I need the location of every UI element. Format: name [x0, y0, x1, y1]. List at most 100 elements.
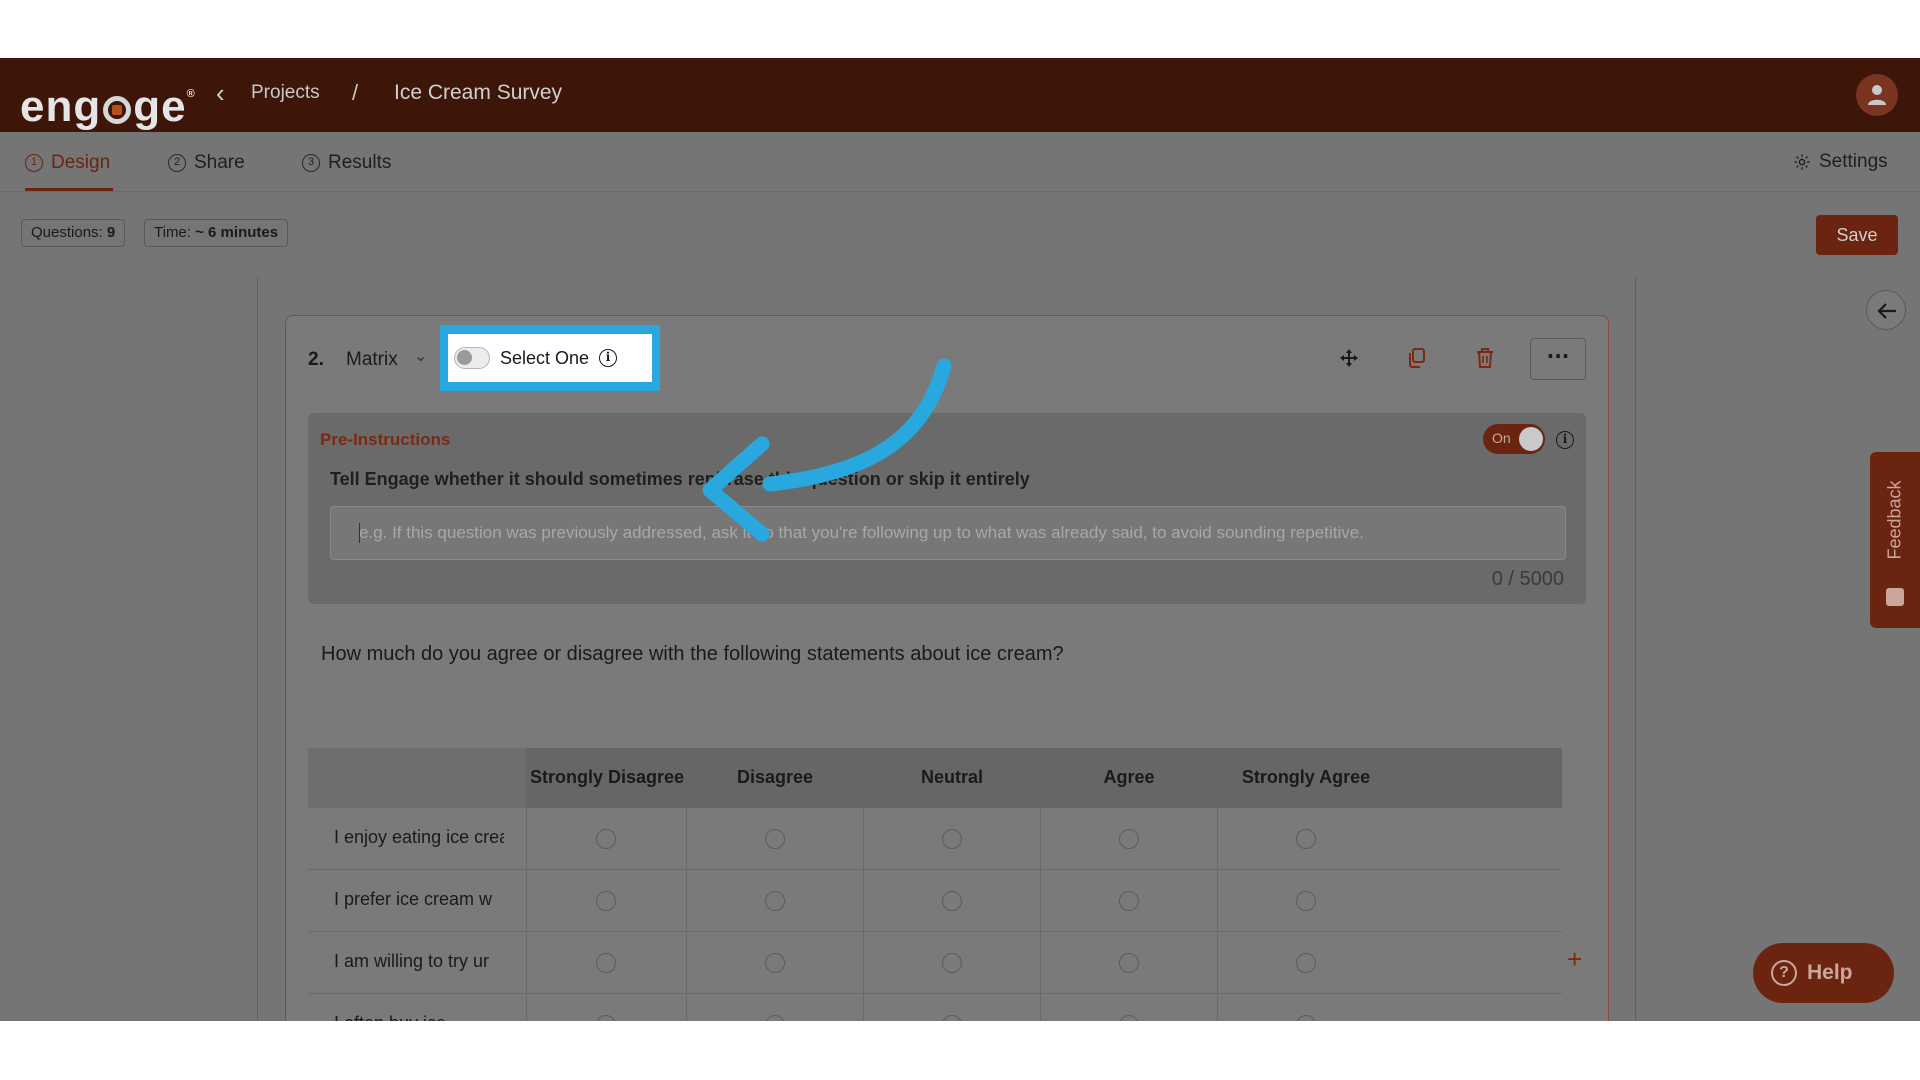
matrix-radio[interactable] [1119, 829, 1139, 849]
matrix-radio[interactable] [765, 1015, 785, 1021]
settings-label: Settings [1819, 151, 1888, 172]
matrix-radio[interactable] [765, 829, 785, 849]
matrix-radio[interactable] [765, 953, 785, 973]
chevron-down-icon[interactable]: ⌄ [414, 346, 427, 365]
matrix-radio[interactable] [596, 953, 616, 973]
matrix-divider [1217, 994, 1218, 1021]
feedback-label: Feedback [1884, 480, 1905, 560]
gear-icon [1794, 154, 1810, 170]
matrix-radio[interactable] [596, 829, 616, 849]
add-column-button[interactable]: + [1567, 944, 1582, 975]
engage-logo[interactable]: eng ge® [20, 72, 196, 129]
annotation-arrow-icon [702, 358, 952, 542]
pre-instructions-info-icon[interactable]: i [1556, 431, 1574, 449]
tab-design[interactable]: 1 Design [25, 152, 110, 174]
matrix-divider [1040, 932, 1041, 994]
back-chevron-icon[interactable]: ‹ [216, 78, 230, 108]
smile-icon [1886, 588, 1904, 606]
pre-instructions-toggle-label: On [1492, 430, 1511, 446]
top-header: eng ge® ‹ Projects / Ice Cream Survey [0, 58, 1920, 132]
matrix-row: I prefer ice cream w [308, 870, 1562, 932]
settings-button[interactable]: Settings [1793, 151, 1888, 173]
copy-icon [1409, 348, 1425, 368]
matrix-divider [1040, 870, 1041, 932]
matrix-divider [1217, 870, 1218, 932]
matrix-radio[interactable] [1296, 953, 1316, 973]
matrix-row: I often buy ice [308, 994, 1562, 1021]
matrix-radio[interactable] [1296, 829, 1316, 849]
time-value: ~ 6 minutes [195, 224, 279, 241]
matrix-divider [1217, 932, 1218, 994]
matrix-divider [1217, 808, 1218, 870]
tab-design-number: 1 [25, 154, 43, 172]
matrix-divider [526, 808, 527, 870]
matrix-row-label[interactable]: I often buy ice [334, 1013, 504, 1021]
matrix-corner-cell [308, 748, 526, 808]
matrix-radio[interactable] [1296, 891, 1316, 911]
pre-instructions-toggle[interactable]: On [1483, 424, 1545, 454]
matrix-column-agree[interactable]: Agree [1041, 767, 1217, 788]
matrix-divider [686, 932, 687, 994]
save-button[interactable]: Save [1816, 215, 1898, 255]
matrix-divider [863, 932, 864, 994]
matrix-column-disagree[interactable]: Disagree [687, 767, 863, 788]
tab-design-label: Design [51, 152, 111, 173]
breadcrumb-projects-link[interactable]: Projects [251, 82, 320, 104]
help-button[interactable]: ? Help [1753, 943, 1894, 1003]
matrix-radio[interactable] [1119, 953, 1139, 973]
survey-meta-row: Questions: 9 Time: ~ 6 minutes Save [0, 192, 1920, 278]
move-button[interactable] [1333, 342, 1365, 374]
canvas-right-guide [1635, 278, 1636, 1021]
help-label: Help [1807, 961, 1853, 984]
question-number: 2. [308, 349, 324, 370]
select-one-label: Select One [500, 347, 590, 368]
matrix-divider [526, 994, 527, 1021]
matrix-column-strongly-disagree[interactable]: Strongly Disagree [530, 767, 686, 788]
tab-results[interactable]: 3 Results [302, 152, 391, 174]
matrix-radio[interactable] [942, 1015, 962, 1021]
tab-results-number: 3 [302, 154, 320, 172]
matrix-divider [863, 994, 864, 1021]
select-one-toggle[interactable] [454, 347, 490, 369]
matrix-radio[interactable] [596, 891, 616, 911]
active-tab-indicator [25, 188, 113, 191]
matrix-row: I enjoy eating ice cream [308, 808, 1562, 870]
select-one-control: Select One i [448, 334, 652, 382]
delete-button[interactable] [1469, 342, 1501, 374]
matrix-radio[interactable] [942, 891, 962, 911]
matrix-divider [686, 870, 687, 932]
user-icon [1868, 85, 1886, 105]
pre-instructions-title: Pre-Instructions [320, 430, 451, 449]
text-caret [359, 523, 360, 543]
more-options-button[interactable]: ··· [1530, 338, 1586, 380]
matrix-radio[interactable] [765, 891, 785, 911]
matrix-radio[interactable] [1119, 891, 1139, 911]
tab-share-label: Share [194, 152, 245, 173]
arrow-left-icon [1877, 303, 1896, 319]
help-icon: ? [1771, 960, 1797, 986]
questions-value: 9 [106, 224, 116, 241]
matrix-row-label[interactable]: I enjoy eating ice cream [334, 827, 504, 848]
duplicate-button[interactable] [1401, 342, 1433, 374]
question-type-dropdown[interactable]: Matrix [346, 349, 398, 371]
matrix-radio[interactable] [942, 953, 962, 973]
user-avatar-button[interactable] [1856, 74, 1898, 116]
matrix-radio[interactable] [1296, 1015, 1316, 1021]
matrix-row-label[interactable]: I am willing to try ur [334, 951, 504, 972]
app-body: 1 Design 2 Share 3 Results Settings Ques… [0, 132, 1920, 1021]
tab-bar: 1 Design 2 Share 3 Results Settings [0, 132, 1920, 192]
matrix-row-label[interactable]: I prefer ice cream w [334, 889, 504, 910]
collapse-panel-button[interactable] [1866, 290, 1906, 330]
matrix-divider [686, 994, 687, 1021]
tab-share[interactable]: 2 Share [168, 152, 245, 174]
matrix-radio[interactable] [942, 829, 962, 849]
matrix-column-neutral[interactable]: Neutral [864, 767, 1040, 788]
matrix-header-row: Strongly Disagree Disagree Neutral Agree… [308, 748, 1562, 808]
question-text[interactable]: How much do you agree or disagree with t… [321, 643, 1064, 666]
info-icon[interactable]: i [599, 349, 618, 367]
matrix-radio[interactable] [1119, 1015, 1139, 1021]
matrix-radio[interactable] [596, 1015, 616, 1021]
feedback-tab[interactable]: Feedback [1870, 452, 1920, 628]
matrix-column-strongly-agree[interactable]: Strongly Agree [1218, 767, 1394, 788]
project-title: Ice Cream Survey [394, 81, 563, 104]
